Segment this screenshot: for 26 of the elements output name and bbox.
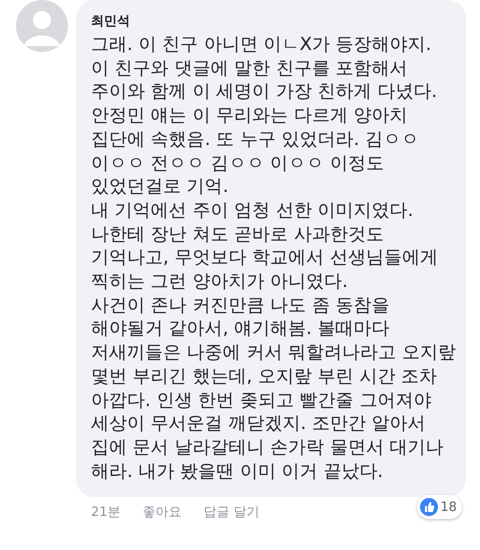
action-link[interactable]: 좋아요 [142,503,182,522]
comment-text: 사건이 존나 커진만큼 나도 좀 동참을 [91,294,391,318]
comment-text: 있었던걸로 기억. [91,175,230,199]
author-name[interactable]: 최민석 [91,12,456,30]
comment-text: 해야될거 같아서, 얘기해봄. 볼때마다 [91,317,391,342]
thumbs-up-icon [420,498,438,516]
comment-text: 아깝다. 인생 한번 좆되고 빨간줄 그어져야 [91,388,432,412]
comment-text: 해라. 내가 봤을땐 이미 이거 끝났다. [91,460,384,484]
comment-text: 기억나고, 무엇보다 학교에서 선생님들에게 [91,246,439,270]
comment-text: 나한테 장난 쳐도 곧바로 사과한것도 [91,222,385,246]
comment-text: 주이와 함께 이 세명이 가장 친하게 다녔다. [91,80,438,104]
comment-text: 이ㅇㅇ 전ㅇㅇ 김ㅇㅇ 이ㅇㅇ 이정도 [91,152,385,176]
like-count-badge[interactable]: 18 [417,495,462,520]
comment-text: 세상이 무서운걸 깨닫겠지. 조만간 알아서 [91,412,427,436]
avatar-icon[interactable] [16,0,68,52]
comment-text: 이 친구와 댓글에 말한 친구를 포함해서 [91,56,409,80]
comment-text: 안정민 얘는 이 무리와는 다르게 양아치 [91,104,409,128]
comment-text: 내 기억에선 주이 엄청 선한 이미지였다. [91,198,414,223]
comment-text: 그래. 이 친구 아니면 이ㄴX가 등장해야지. [91,33,432,57]
action-link[interactable]: 답글 달기 [204,503,260,522]
comment-text: 집단에 속했음. 또 누구 있었더라. 김ㅇㅇ [91,128,420,152]
comment-text: 몇번 부리긴 했는데, 오지랖 부린 시간 조차 [91,364,438,389]
comment-text: 저새끼들은 나중에 커서 뭐할려나라고 오지랖 [91,341,456,365]
timestamp: 21분 [91,504,121,522]
comment-text: 집에 문서 날라갈테니 손가락 물면서 대기나 [91,436,445,460]
comment-text: 찍히는 그런 양아치가 아니였다. [91,270,349,294]
